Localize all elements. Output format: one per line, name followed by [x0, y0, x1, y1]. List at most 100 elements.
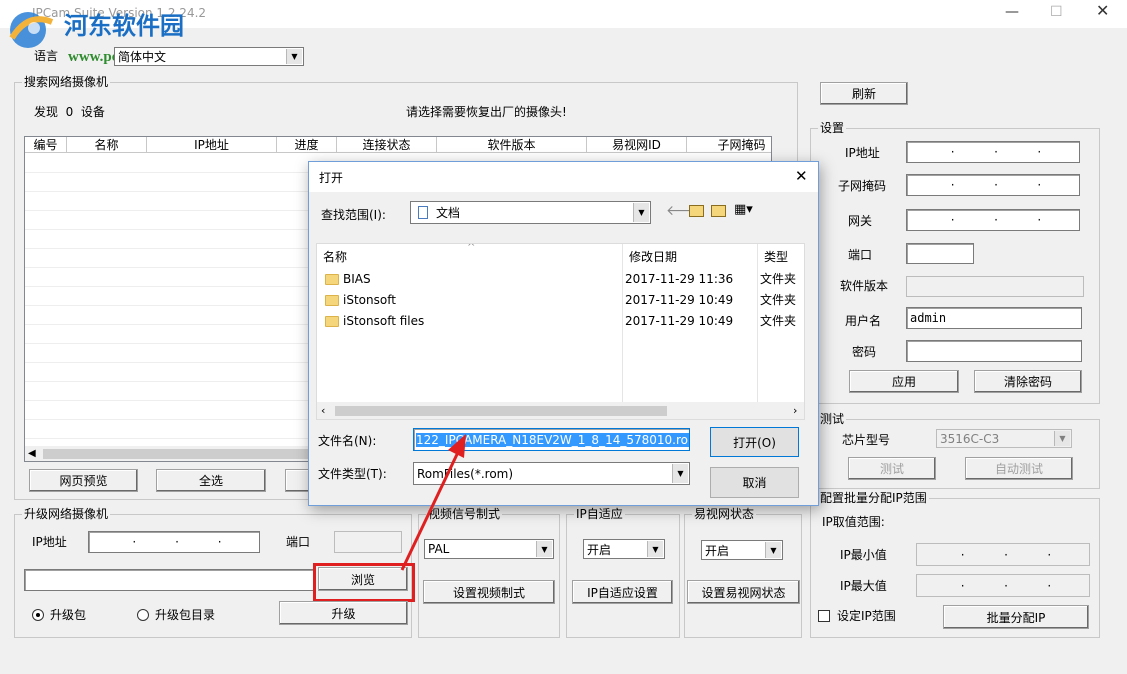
close-icon[interactable]: ✕: [1096, 3, 1109, 19]
ip-label: IP地址: [845, 146, 880, 160]
file-type: 文件夹: [760, 272, 797, 286]
folder-icon: [325, 274, 339, 285]
file-name: iStonsoft files: [343, 313, 425, 328]
search-group-title: 搜索网络摄像机: [22, 75, 111, 89]
version-field: [906, 276, 1084, 297]
chip-label: 芯片型号: [842, 433, 891, 447]
lookin-label: 查找范围(I):: [321, 208, 386, 222]
dialog-hscrollbar[interactable]: ‹ ›: [317, 402, 804, 419]
folder-icon: [325, 316, 339, 327]
upgrade-button[interactable]: 升级: [279, 601, 408, 625]
test-title: 测试: [818, 412, 847, 426]
col-header-version[interactable]: 软件版本: [437, 137, 587, 153]
file-name: BIAS: [343, 271, 371, 286]
chevron-down-icon: ▼: [672, 464, 688, 483]
version-label: 软件版本: [840, 279, 889, 293]
watermark-name: 河东软件园: [64, 12, 184, 40]
view-menu-icon[interactable]: ▦▾: [734, 202, 753, 218]
col-header-yswid[interactable]: 易视网ID: [587, 137, 687, 153]
chevron-down-icon: ▼: [536, 541, 552, 557]
up-folder-icon[interactable]: [689, 205, 704, 217]
scroll-right-icon[interactable]: ›: [793, 403, 797, 419]
password-label: 密码: [852, 345, 877, 359]
settings-group: [810, 128, 1100, 404]
batch-assign-button[interactable]: 批量分配IP: [943, 605, 1089, 629]
range-label: IP取值范围:: [822, 515, 885, 529]
cancel-button[interactable]: 取消: [710, 467, 799, 498]
upgrade-path-field[interactable]: [24, 569, 316, 591]
set-ysw-button[interactable]: 设置易视网状态: [687, 580, 800, 604]
chevron-down-icon: ▼: [765, 542, 781, 558]
file-row[interactable]: iStonsoft files 2017-11-29 10:49 文件夹: [325, 310, 804, 331]
col-header-progress[interactable]: 进度: [277, 137, 337, 153]
ysw-select[interactable]: 开启 ▼: [701, 540, 783, 560]
language-value: 简体中文: [118, 50, 167, 64]
password-field[interactable]: [906, 340, 1082, 362]
col-header-ip[interactable]: IP地址: [147, 137, 277, 153]
upgrade-title: 升级网络摄像机: [22, 507, 111, 521]
minimize-icon[interactable]: —: [1005, 4, 1019, 20]
language-label: 语言: [34, 49, 59, 63]
chevron-down-icon: ▼: [1054, 431, 1070, 446]
found-count: 发现 0 设备: [34, 105, 105, 119]
ysw-value: 开启: [705, 543, 730, 558]
folder-icon: [325, 295, 339, 306]
port-field[interactable]: [906, 243, 974, 264]
dialog-close-icon[interactable]: ✕: [795, 168, 808, 184]
radio-package-dir[interactable]: [137, 609, 149, 621]
clear-password-button[interactable]: 清除密码: [974, 370, 1082, 393]
ip-min-field: · · ·: [916, 543, 1090, 566]
col-header-mask[interactable]: 子网掩码: [687, 137, 771, 153]
col-date-header[interactable]: 修改日期: [629, 249, 677, 265]
annotation-arrow-icon: [400, 434, 466, 571]
refresh-button[interactable]: 刷新: [820, 82, 908, 105]
language-select[interactable]: 简体中文 ▼: [114, 47, 304, 66]
radio-package-label: 升级包: [50, 608, 87, 622]
username-field[interactable]: admin: [906, 307, 1082, 329]
scroll-thumb[interactable]: [335, 406, 667, 416]
ipadapt-button[interactable]: IP自适应设置: [572, 580, 673, 604]
open-button[interactable]: 打开(O): [710, 427, 799, 457]
ip-field[interactable]: · · ·: [906, 141, 1080, 163]
file-list[interactable]: ^ 名称 修改日期 类型 BIAS 2017-11-29 11:36 文件夹 i…: [316, 243, 805, 420]
col-name-header[interactable]: 名称: [323, 249, 347, 265]
ip-max-field: · · ·: [916, 574, 1090, 597]
upgrade-ip-field[interactable]: · · ·: [88, 531, 260, 553]
maximize-icon[interactable]: ☐: [1050, 4, 1063, 20]
gateway-field[interactable]: · · ·: [906, 209, 1080, 231]
search-hint: 请选择需要恢复出厂的摄像头!: [406, 105, 567, 119]
scroll-thumb[interactable]: [43, 449, 323, 459]
mask-label: 子网掩码: [838, 179, 887, 193]
lookin-select[interactable]: 文档 ▼: [410, 201, 651, 224]
select-all-button[interactable]: 全选: [156, 469, 266, 492]
ipadapt-title: IP自适应: [574, 507, 625, 521]
mask-field[interactable]: · · ·: [906, 174, 1080, 196]
file-row[interactable]: iStonsoft 2017-11-29 10:49 文件夹: [325, 289, 804, 310]
new-folder-icon[interactable]: [711, 205, 726, 217]
apply-button[interactable]: 应用: [849, 370, 959, 393]
user-label: 用户名: [845, 314, 882, 328]
file-name: iStonsoft: [343, 292, 396, 307]
chevron-down-icon: ▼: [647, 541, 663, 557]
scroll-left-icon[interactable]: ◀: [28, 446, 36, 461]
scroll-left-icon[interactable]: ‹: [321, 403, 325, 419]
col-header-id[interactable]: 编号: [25, 137, 67, 153]
gateway-label: 网关: [848, 214, 873, 228]
col-type-header[interactable]: 类型: [764, 249, 788, 265]
file-date: 2017-11-29 10:49: [625, 292, 734, 307]
upgrade-ip-label: IP地址: [32, 535, 67, 549]
batch-title: 配置批量分配IP范围: [818, 491, 929, 505]
username-value: admin: [910, 311, 947, 325]
set-range-checkbox[interactable]: [818, 610, 830, 622]
file-type: 文件夹: [760, 314, 797, 328]
filetype-label: 文件类型(T):: [318, 467, 387, 481]
col-header-name[interactable]: 名称: [67, 137, 147, 153]
dialog-title-bar: 打开 ✕: [309, 162, 818, 192]
web-preview-button[interactable]: 网页预览: [29, 469, 138, 492]
col-header-status[interactable]: 连接状态: [337, 137, 437, 153]
radio-package[interactable]: [32, 609, 44, 621]
ipadapt-select[interactable]: 开启 ▼: [583, 539, 665, 559]
ip-min-label: IP最小值: [840, 548, 887, 562]
file-row[interactable]: BIAS 2017-11-29 11:36 文件夹: [325, 268, 804, 289]
set-video-button[interactable]: 设置视频制式: [423, 580, 555, 604]
